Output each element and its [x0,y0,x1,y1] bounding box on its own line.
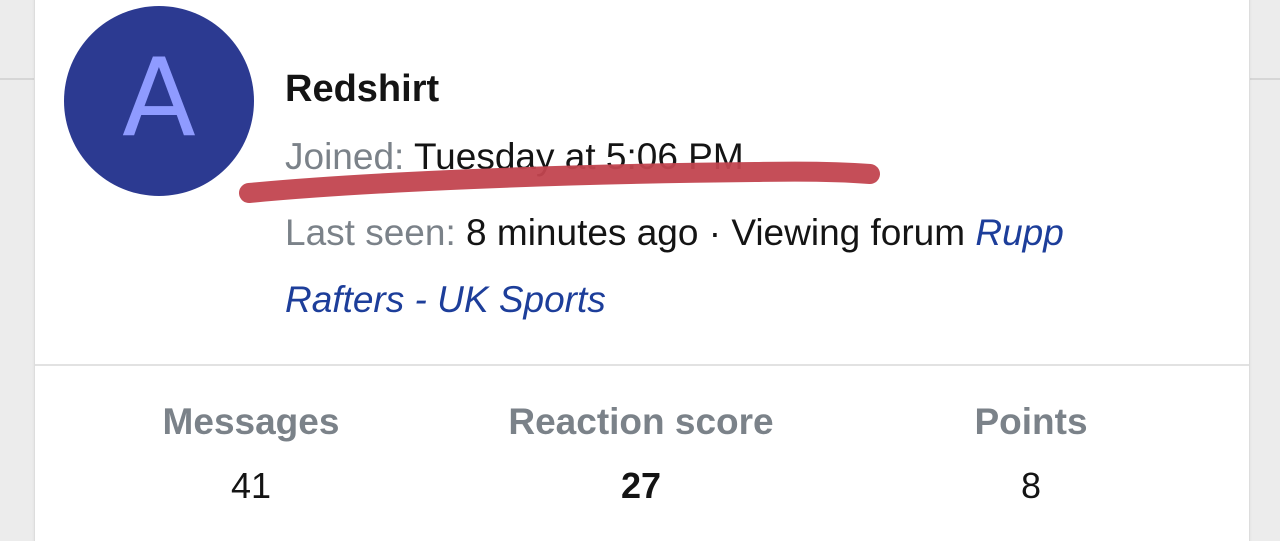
stat-value: 41 [230,465,272,506]
background-divider-right [1248,78,1280,80]
forum-link-row: Rafters - UK Sports [285,279,606,321]
last-seen-label: Last seen: [285,212,456,253]
stat-points[interactable]: Points 8 [871,401,1191,507]
stat-reaction-score[interactable]: Reaction score 27 [481,401,801,507]
page: A Redshirt Joined: Tuesday at 5:06 PM La… [0,0,1280,541]
stat-label: Reaction score [508,401,774,442]
forum-link-part1[interactable]: Rupp [975,212,1063,253]
stat-messages[interactable]: Messages 41 [91,401,411,507]
background-divider-left [0,78,34,80]
last-seen-value: 8 minutes ago · Viewing forum [466,212,966,253]
stat-label: Points [974,401,1088,442]
section-divider [35,364,1249,366]
member-profile-card: A Redshirt Joined: Tuesday at 5:06 PM La… [34,0,1250,541]
red-underline-annotation [239,161,880,203]
last-seen-row: Last seen: 8 minutes ago · Viewing forum… [285,212,1064,254]
forum-link-part2[interactable]: Rafters - UK Sports [285,279,606,320]
stat-value: 8 [1020,465,1042,506]
stat-value: 27 [620,465,662,506]
stat-label: Messages [162,401,340,442]
